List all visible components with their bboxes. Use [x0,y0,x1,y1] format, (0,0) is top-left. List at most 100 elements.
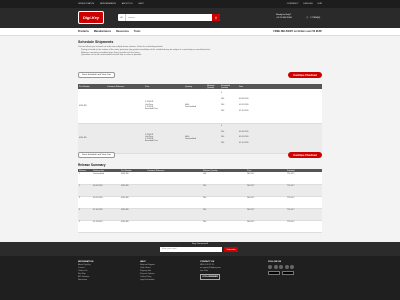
google-play-badge-icon[interactable] [281,270,294,275]
price: 203.43 € [246,196,286,209]
twitter-icon[interactable] [273,265,278,269]
date-cell: 01.08.2020 01.09.2020 01.10.2020 [238,89,322,124]
date-input[interactable]: 01.10.2020 [239,141,321,147]
sched-qty-input[interactable]: 200 [221,108,237,114]
locale-selectors: CURRENCY ENGLISH EUR [287,3,322,5]
nav-resources[interactable]: Resources [116,30,129,33]
customer-ref [146,172,202,185]
youtube-icon[interactable] [284,265,289,269]
release-num: 5 [78,220,92,233]
part-number: 4143-ND [120,208,146,221]
release-num: 3 [78,196,92,209]
part-number: 4143-ND [120,196,146,209]
cart-count: 2 ITEM(S) [310,16,321,19]
table-row: 4143-ND 2.33 EUR Unit Price 1.12 EUR Ext… [78,123,322,154]
release-num: 4 [78,208,92,221]
release-qty: 200 [202,196,246,209]
new-members-link[interactable]: NEW MEMBERS [100,3,116,5]
continue-checkout-button[interactable]: Continue Checkout [288,152,322,158]
quantity-cell: 4000 Unscheduled [184,123,206,154]
newsletter-label: Stay Connected! [191,243,209,245]
app-store-badge-icon[interactable] [268,270,280,275]
footer-col-follow: FOLLOW US [268,261,294,275]
release-summary-title: Release Summary [78,163,106,167]
page-title: Schedule Shipments [78,40,114,44]
sched-qty-cell: 0 200 200 200 [220,89,238,124]
extended-price-label: Extended Price [145,108,158,111]
about-us-link[interactable]: ABOUT US [122,3,133,5]
price: 203.43 € [246,184,286,197]
part-number: 4143-ND [120,184,146,197]
ecia-member-badge: ECIA MEMBER [200,274,221,280]
part-number: 4143-ND [120,172,146,185]
customer-ref-field[interactable] [106,89,144,124]
delivery-date: 01.11.2020 [92,220,120,233]
price-cell: 2.33 EUR Unit Price 1.12 EUR Extended Pr… [144,89,184,124]
customer-ref-field[interactable] [106,123,144,154]
search-category-select[interactable]: All [118,14,126,21]
subtotal: 774.43 € [286,172,322,185]
price-cell: 2.33 EUR Unit Price 1.12 EUR Extended Pr… [144,123,184,154]
digikey-logo[interactable]: Digi-Key [78,11,104,24]
customer-ref [146,208,202,221]
footer-heading: FOLLOW US [268,261,282,263]
customer-ref [146,196,202,209]
language-selector[interactable]: ENGLISH [303,3,312,5]
table-row: 3 01.09.2020 4143-ND 200 203.43 € 774.43… [78,196,322,209]
table-row: 4 01.10.2020 4143-ND 200 203.43 € 774.43… [78,208,322,221]
currency-selector[interactable]: CURRENCY [287,3,299,5]
app-store-badges [268,270,294,275]
sched-qty-input[interactable]: 200 [221,141,237,147]
nav-products[interactable]: Products [78,30,89,33]
save-schedule-button[interactable]: Save Schedule and View Cart [78,152,116,158]
schedule-description: This tool allows you to break an order i… [78,46,322,57]
part-number: 4143-ND [120,220,146,233]
continue-checkout-button[interactable]: Continue Checkout [288,72,322,78]
date-cell: 01.08.2020 01.09.2020 01.10.2020 [238,123,322,154]
footer-link[interactable]: Legal Information [140,279,155,282]
release-summary-table: Release Delivery date Part Number Custom… [78,169,322,233]
table-row: 4143-ND 2.33 EUR Unit Price 1.12 EUR Ext… [78,89,322,124]
subtotal: 774.43 € [286,196,322,209]
release-qty: 100 [202,172,246,185]
cart-button[interactable]: 🛒 2 ITEM(S) [306,14,326,21]
sched-qty-cell: 0 200 200 200 [220,123,238,154]
footer-link[interactable]: Newsroom [78,279,93,282]
currency-value[interactable]: EUR [318,3,322,5]
unscheduled-label: Unscheduled [185,138,197,141]
help-link[interactable]: HELP [139,3,144,5]
release-qty: 200 [202,208,246,221]
newsletter-email-input[interactable]: Enter your email [160,247,222,252]
table-row: 2 01.08.2020 4143-ND 200 203.43 € 774.43… [78,184,322,197]
rule-item: Quantities can be left unscheduled and w… [81,54,322,57]
contact-info: Ready for Help? +31 53 484 9584 [276,14,292,20]
price: 203.43 € [246,172,286,185]
customer-ref [146,220,202,233]
price: 203.43 € [246,220,286,233]
instagram-icon[interactable] [290,265,294,269]
delivery-date: 01.09.2020 [92,196,120,209]
subscribe-button[interactable]: Subscribe [224,247,238,252]
nav-manufacturers[interactable]: Manufacturers [94,30,111,33]
save-schedule-button[interactable]: Save Schedule and View Cart [78,72,116,78]
free-delivery-banner: FREE DELIVERY on Orders over 50 EUR! [273,30,322,33]
part-number[interactable]: 4143-ND [78,89,106,124]
order-status-link[interactable]: ORDER STATUS [78,3,94,5]
part-number[interactable]: 4143-ND [78,123,106,154]
delivery-date: Unscheduled [92,172,120,185]
footer-chat[interactable]: Live Chat [200,270,221,273]
search-bar: All ⚲ [118,14,220,21]
nav-tools[interactable]: Tools [134,30,140,33]
search-input[interactable] [126,14,212,21]
search-button[interactable]: ⚲ [212,14,220,21]
min-qty-cell [206,89,220,124]
release-num: 2 [78,184,92,197]
newsletter-bar: Stay Connected! Enter your email Subscri… [0,242,400,256]
table-row: 1 Unscheduled 4143-ND 100 203.43 € 774.4… [78,172,322,185]
linkedin-icon[interactable] [279,265,283,269]
unscheduled-label: Unscheduled [185,105,197,108]
date-input[interactable]: 01.10.2020 [239,108,321,114]
quantity-cell: 4000 Unscheduled [184,89,206,124]
extended-price-label: Extended Price [145,140,158,143]
facebook-icon[interactable] [268,265,272,269]
